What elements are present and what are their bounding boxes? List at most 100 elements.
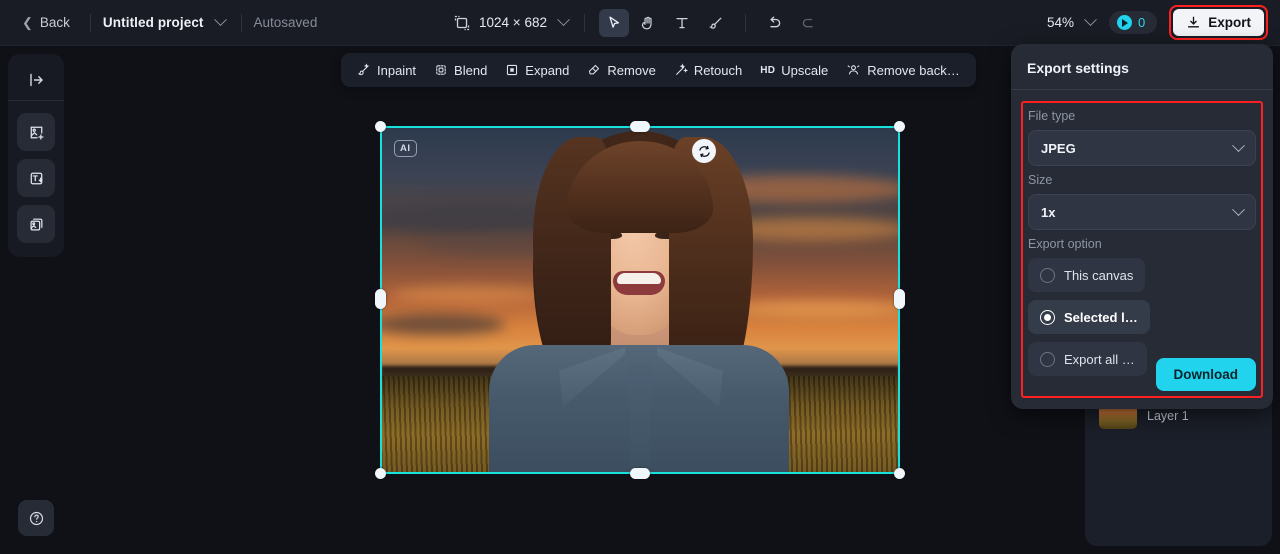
resize-handle-top-right[interactable] (894, 121, 905, 132)
sidebar-item-text-to-image[interactable] (17, 159, 55, 197)
canvas-area[interactable]: AI (64, 46, 1085, 554)
magic-brush-icon (357, 63, 370, 76)
action-label: Remove back… (867, 62, 960, 78)
remove-background-icon (847, 65, 860, 75)
sidebar-item-layers[interactable] (17, 205, 55, 243)
action-retouch[interactable]: Retouch (666, 58, 750, 83)
chevron-down-icon (1232, 138, 1245, 152)
export-settings-body: File type JPEG Size 1x Export option Thi… (1011, 90, 1273, 376)
action-label: Blend (454, 62, 488, 78)
expand-icon (507, 64, 518, 76)
brush-tool[interactable] (701, 9, 731, 37)
export-option-this-canvas[interactable]: This canvas (1028, 258, 1146, 292)
hd-icon: HD (760, 64, 776, 76)
redo-button[interactable] (794, 9, 824, 37)
left-sidebar (8, 54, 64, 257)
action-upscale[interactable]: HD Upscale (752, 58, 836, 83)
credit-coin-icon (1117, 15, 1132, 30)
zoom-level[interactable]: 54% (1047, 15, 1074, 30)
export-settings-title: Export settings (1027, 60, 1129, 76)
artboard-image[interactable] (381, 127, 899, 473)
teeth (617, 273, 661, 284)
person-subject (381, 127, 899, 473)
credits-badge[interactable]: 0 (1109, 11, 1158, 34)
hand-tool[interactable] (633, 9, 663, 37)
project-name[interactable]: Untitled project (103, 15, 204, 30)
select-tool[interactable] (598, 8, 629, 37)
radio-selected-icon (1040, 309, 1055, 325)
resize-handle-bottom-right[interactable] (894, 468, 905, 479)
sidebar-item-add-image[interactable] (17, 113, 55, 151)
panel-expand-button[interactable] (8, 60, 64, 100)
file-type-value: JPEG (1041, 140, 1076, 156)
top-bar-left: ❮ Back Untitled project Autosaved (0, 10, 317, 35)
shirt-placket (629, 363, 651, 473)
layer-name: Layer 1 (1147, 409, 1189, 423)
divider (240, 13, 242, 32)
action-inpaint[interactable]: Inpaint (349, 58, 424, 83)
file-type-select[interactable]: JPEG (1028, 130, 1256, 166)
action-expand[interactable]: Expand (497, 58, 577, 83)
divider (744, 13, 746, 32)
export-button-highlight: Export (1169, 5, 1268, 40)
top-bar-right: 54% 0 Export (1047, 5, 1268, 40)
size-label: Size (1028, 173, 1053, 187)
text-to-image-icon (30, 172, 43, 184)
help-button[interactable] (18, 500, 54, 536)
chevron-left-icon: ❮ (22, 15, 33, 30)
resize-handle-bottom-center[interactable] (630, 468, 650, 479)
divider (8, 100, 64, 101)
size-value: 1x (1041, 204, 1056, 220)
action-remove-background[interactable]: Remove back… (838, 58, 967, 83)
resize-handle-top-center[interactable] (630, 121, 650, 132)
undo-button[interactable] (760, 9, 790, 37)
divider (583, 13, 585, 32)
image-editor-app: ❮ Back Untitled project Autosaved 1024 ×… (0, 0, 1280, 554)
action-remove[interactable]: Remove (579, 58, 663, 83)
export-option-export-all[interactable]: Export all … (1028, 342, 1147, 376)
panel-expand-icon (30, 73, 43, 87)
blend-icon (436, 65, 446, 75)
chevron-down-icon (1232, 202, 1245, 216)
chevron-down-icon[interactable] (1084, 13, 1097, 27)
radio-icon (1040, 267, 1055, 283)
eraser-icon (589, 64, 600, 75)
refresh-icon (698, 145, 710, 157)
autosave-status: Autosaved (253, 15, 318, 30)
action-blend[interactable]: Blend (426, 58, 495, 83)
text-tool[interactable] (667, 9, 697, 37)
stacked-images-icon (29, 218, 42, 230)
export-button-label: Export (1208, 15, 1251, 30)
chevron-down-icon[interactable] (557, 13, 570, 27)
canvas-dimensions[interactable]: 1024 × 682 (479, 15, 547, 30)
mouth (613, 271, 665, 295)
export-button[interactable]: Export (1173, 9, 1264, 36)
chevron-down-icon[interactable] (213, 13, 227, 27)
export-option-label: Export option (1028, 237, 1102, 251)
action-label: Retouch (693, 62, 743, 78)
download-button[interactable]: Download (1155, 358, 1256, 391)
size-select[interactable]: 1x (1028, 194, 1256, 230)
action-label: Upscale (781, 62, 829, 78)
file-type-label: File type (1028, 109, 1076, 123)
action-label: Inpaint (377, 62, 417, 78)
export-option-selected-layer[interactable]: Selected l… (1028, 300, 1150, 334)
ai-action-toolbar: Inpaint Blend Expand Remove Retouch HD U… (341, 53, 976, 87)
magic-wand-icon (675, 63, 688, 75)
credits-count: 0 (1138, 15, 1146, 30)
question-circle-icon (29, 511, 43, 525)
radio-icon (1040, 351, 1055, 367)
resize-handle-bottom-left[interactable] (375, 468, 386, 479)
export-option-label-text: Selected l… (1064, 309, 1138, 325)
back-button-label: Back (39, 15, 70, 30)
action-label: Expand (525, 62, 570, 78)
resize-handle-middle-left[interactable] (375, 289, 386, 309)
divider (89, 13, 91, 32)
image-plus-icon (30, 126, 43, 140)
regenerate-button[interactable] (692, 139, 716, 163)
resize-handle-top-left[interactable] (375, 121, 386, 132)
action-label: Remove (607, 62, 656, 78)
back-button[interactable]: ❮ Back (14, 10, 78, 35)
resize-handle-middle-right[interactable] (894, 289, 905, 309)
ai-badge: AI (394, 140, 417, 157)
